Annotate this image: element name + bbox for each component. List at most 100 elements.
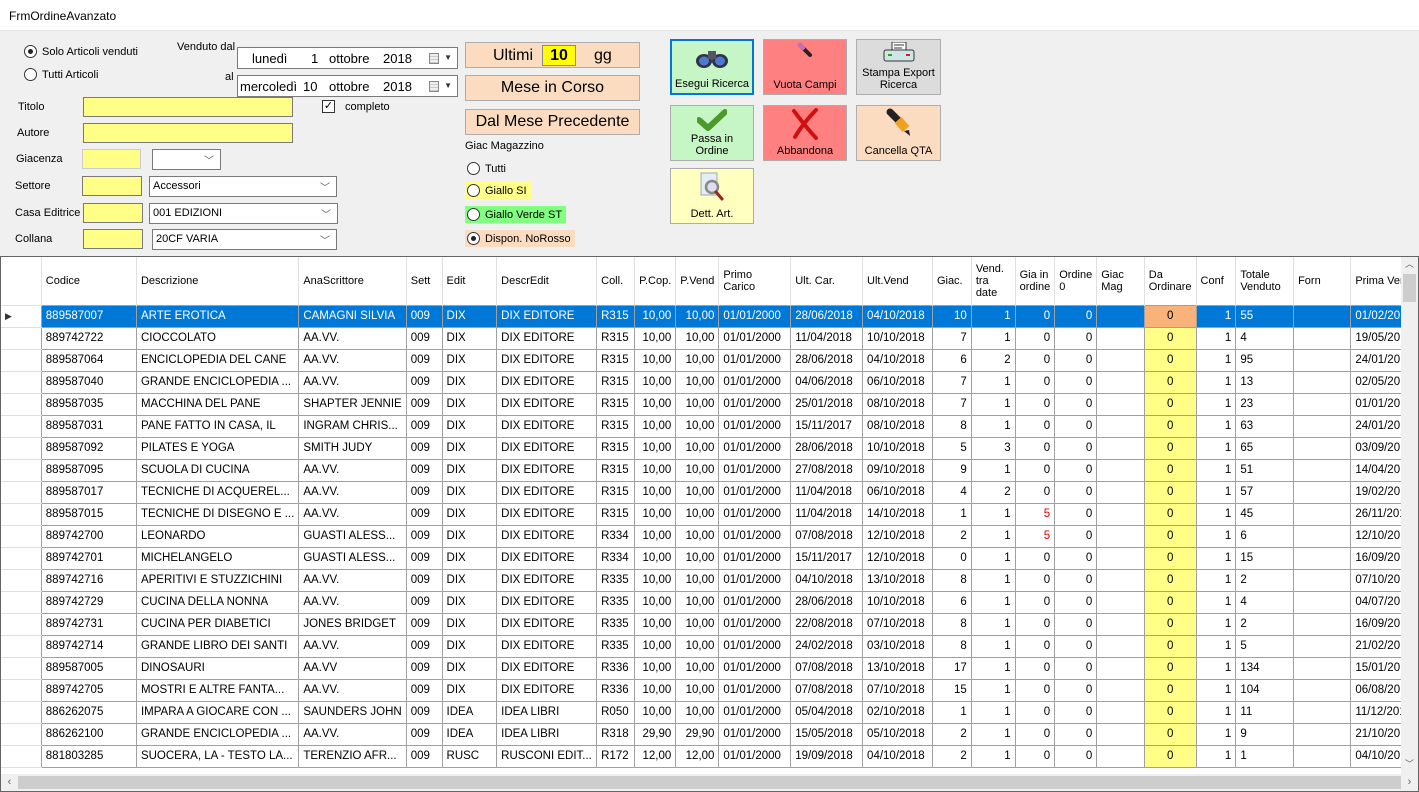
cell-giac-mag[interactable] <box>1096 744 1145 768</box>
cell-descredit[interactable]: DIX EDITORE <box>496 590 598 614</box>
row-header[interactable] <box>1 414 42 438</box>
cell-conf[interactable]: 1 <box>1195 744 1237 768</box>
cell-gia-in-ordine[interactable]: 0 <box>1014 612 1056 636</box>
cell-p-cop[interactable]: 10,00 <box>634 502 677 526</box>
cell-da-ordinare[interactable]: 0 <box>1143 634 1197 658</box>
cell-sett[interactable]: 009 <box>405 524 443 548</box>
column-header[interactable]: Da Ordinare <box>1144 257 1197 305</box>
cell-anascrittore[interactable]: JONES BRIDGET <box>298 612 407 636</box>
cell-anascrittore[interactable]: TERENZIO AFR... <box>298 744 407 768</box>
cell-edit[interactable]: DIX <box>441 546 498 570</box>
cell-conf[interactable]: 1 <box>1195 722 1237 746</box>
passa-in-ordine-button[interactable]: Passa in Ordine <box>670 105 754 161</box>
current-row-indicator-icon[interactable]: ▶ <box>1 304 42 328</box>
radio-solo-articoli-venduti[interactable]: Solo Articoli venduti <box>24 45 138 58</box>
cell-anascrittore[interactable]: AA.VV. <box>298 370 407 394</box>
cell-conf[interactable]: 1 <box>1195 392 1237 416</box>
cell-coll[interactable]: R315 <box>596 436 636 460</box>
articles-grid[interactable]: Codice Descrizione AnaScrittore Sett Edit Des… <box>0 256 1419 792</box>
cell-giac[interactable]: 4 <box>931 480 972 504</box>
cell-ult-car[interactable]: 11/04/2018 <box>790 480 864 504</box>
cell-coll[interactable]: R315 <box>596 304 636 328</box>
cell-forn[interactable] <box>1293 414 1352 438</box>
table-row[interactable]: 889742729 CUCINA DELLA NONNA AA.VV. 009 DIX D… <box>1 590 1418 614</box>
cell-coll[interactable]: R315 <box>596 414 636 438</box>
cell-descredit[interactable]: DIX EDITORE <box>496 546 598 570</box>
cell-primo-carico[interactable]: 01/01/2000 <box>718 436 792 460</box>
cell-codice[interactable]: 889587095 <box>40 458 137 482</box>
cell-p-vend[interactable]: 10,00 <box>675 634 720 658</box>
cell-codice[interactable]: 886262075 <box>40 700 137 724</box>
cell-primo-carico[interactable]: 01/01/2000 <box>718 370 792 394</box>
cell-ult-vend[interactable]: 08/10/2018 <box>862 414 933 438</box>
cell-ult-vend[interactable]: 12/10/2018 <box>862 524 933 548</box>
cell-totale-venduto[interactable]: 45 <box>1235 502 1295 526</box>
cell-vend-tra-date[interactable]: 1 <box>970 700 1016 724</box>
cell-codice[interactable]: 889742729 <box>40 590 137 614</box>
cell-forn[interactable] <box>1293 656 1352 680</box>
cell-descrizione[interactable]: MOSTRI E ALTRE FANTA... <box>135 678 300 702</box>
cell-descredit[interactable]: DIX EDITORE <box>496 524 598 548</box>
cell-p-vend[interactable]: 12,00 <box>675 744 720 768</box>
horizontal-scroll-thumb[interactable] <box>18 776 1401 789</box>
cell-coll[interactable]: R315 <box>596 480 636 504</box>
row-header[interactable] <box>1 634 42 658</box>
cell-p-cop[interactable]: 10,00 <box>634 392 677 416</box>
row-header[interactable] <box>1 744 42 768</box>
cell-giac-mag[interactable] <box>1096 414 1145 438</box>
cell-p-vend[interactable]: 10,00 <box>675 480 720 504</box>
cell-sett[interactable]: 009 <box>405 304 443 328</box>
cell-codice[interactable]: 889587040 <box>40 370 137 394</box>
cell-ordine-0[interactable]: 0 <box>1054 458 1098 482</box>
collana-combo[interactable]: 20CF VARIA ﹀ <box>152 229 337 250</box>
cell-codice[interactable]: 889742714 <box>40 634 137 658</box>
vertical-scroll-thumb[interactable] <box>1403 274 1416 302</box>
cell-sett[interactable]: 009 <box>405 502 443 526</box>
column-header[interactable]: Totale Venduto <box>1235 257 1295 305</box>
cell-sett[interactable]: 009 <box>405 348 443 372</box>
cell-da-ordinare[interactable]: 0 <box>1143 656 1197 680</box>
cell-forn[interactable] <box>1293 612 1352 636</box>
cell-gia-in-ordine[interactable]: 0 <box>1014 700 1056 724</box>
cell-conf[interactable]: 1 <box>1195 612 1237 636</box>
cell-vend-tra-date[interactable]: 1 <box>970 656 1016 680</box>
table-row[interactable]: 889587092 PILATES E YOGA SMITH JUDY 009 DIX D… <box>1 436 1418 460</box>
scroll-up-icon[interactable]: ︿ <box>1401 257 1418 274</box>
cell-totale-venduto[interactable]: 65 <box>1235 436 1295 460</box>
column-header[interactable]: Edit <box>442 257 498 305</box>
cell-p-vend[interactable]: 10,00 <box>675 414 720 438</box>
cell-gia-in-ordine[interactable]: 0 <box>1014 414 1056 438</box>
cell-descredit[interactable]: DIX EDITORE <box>496 414 598 438</box>
row-header[interactable] <box>1 392 42 416</box>
cell-sett[interactable]: 009 <box>405 722 443 746</box>
cell-da-ordinare[interactable]: 0 <box>1143 612 1197 636</box>
cell-giac-mag[interactable] <box>1096 568 1145 592</box>
ultimi-gg-button[interactable]: Ultimi 10 gg <box>465 42 640 68</box>
cell-primo-carico[interactable]: 01/01/2000 <box>718 414 792 438</box>
cell-edit[interactable]: IDEA <box>441 700 498 724</box>
cell-codice[interactable]: 889587031 <box>40 414 137 438</box>
cell-totale-venduto[interactable]: 2 <box>1235 568 1295 592</box>
cell-p-vend[interactable]: 10,00 <box>675 436 720 460</box>
cell-gia-in-ordine[interactable]: 0 <box>1014 568 1056 592</box>
cell-ordine-0[interactable]: 0 <box>1054 436 1098 460</box>
cell-coll[interactable]: R335 <box>596 612 636 636</box>
table-row[interactable]: 889587017 TECNICHE DI ACQUEREL... AA.VV. 00… <box>1 480 1418 504</box>
cell-anascrittore[interactable]: AA.VV. <box>298 678 407 702</box>
cell-conf[interactable]: 1 <box>1195 590 1237 614</box>
cell-p-cop[interactable]: 10,00 <box>634 590 677 614</box>
row-header[interactable] <box>1 590 42 614</box>
cell-ordine-0[interactable]: 0 <box>1054 590 1098 614</box>
cell-giac[interactable]: 8 <box>931 634 972 658</box>
cell-ult-car[interactable]: 27/08/2018 <box>790 458 864 482</box>
cell-codice[interactable]: 889587064 <box>40 348 137 372</box>
cell-anascrittore[interactable]: AA.VV. <box>298 348 407 372</box>
cell-forn[interactable] <box>1293 744 1352 768</box>
cell-codice[interactable]: 889742731 <box>40 612 137 636</box>
cell-forn[interactable] <box>1293 524 1352 548</box>
cell-gia-in-ordine[interactable]: 0 <box>1014 744 1056 768</box>
table-row[interactable]: 889587005 DINOSAURI AA.VV 009 DIX DIX EDITORE… <box>1 656 1418 680</box>
completo-checkbox[interactable]: ✓ <box>322 100 335 113</box>
cell-giac-mag[interactable] <box>1096 546 1145 570</box>
table-row[interactable]: 889587064 ENCICLOPEDIA DEL CANE AA.VV. 009 D… <box>1 348 1418 372</box>
